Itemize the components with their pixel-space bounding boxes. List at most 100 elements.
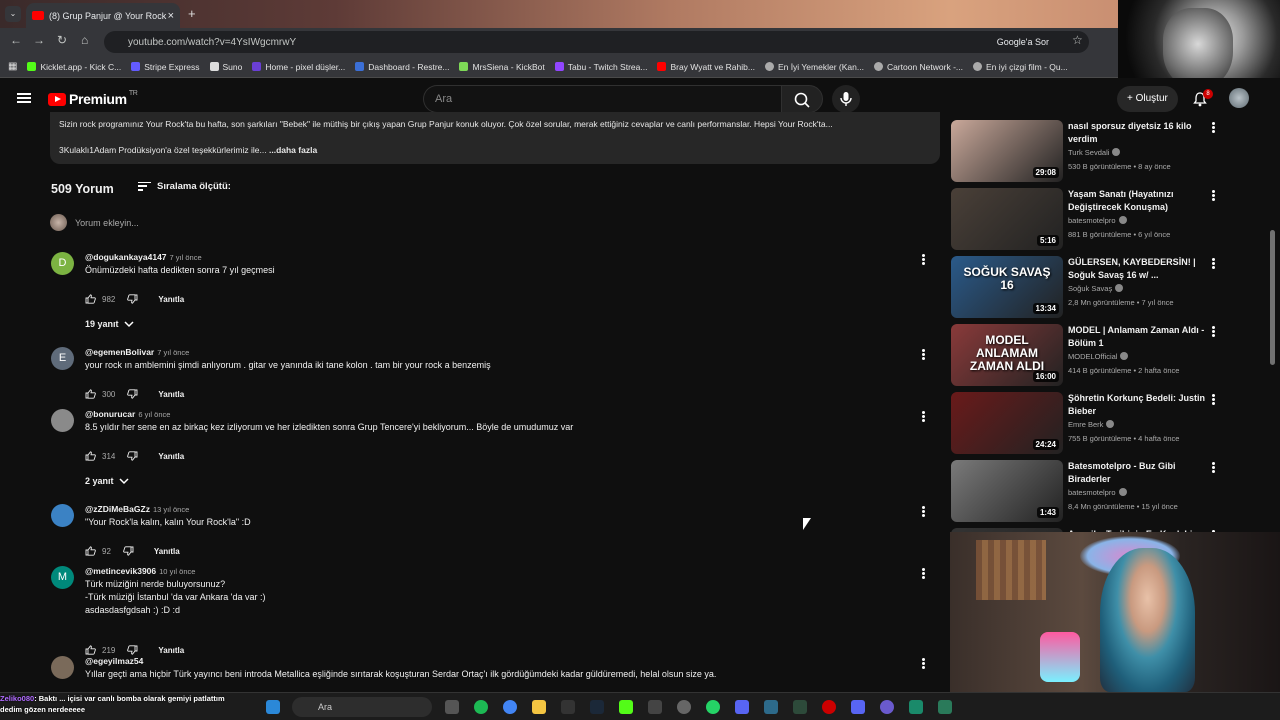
account-avatar[interactable] bbox=[1229, 88, 1249, 108]
comment-time[interactable]: 6 yıl önce bbox=[138, 410, 170, 419]
like-icon[interactable] bbox=[85, 451, 96, 461]
video-thumbnail[interactable]: 1:43 bbox=[951, 460, 1063, 522]
app-icon[interactable] bbox=[735, 700, 749, 714]
back-icon[interactable]: ← bbox=[10, 33, 22, 47]
taskbar-search[interactable]: Ara bbox=[292, 697, 432, 717]
capcut-icon[interactable] bbox=[648, 700, 662, 714]
video-title[interactable]: MODEL | Anlamam Zaman Aldı - Bölüm 1 bbox=[1068, 324, 1208, 349]
comment-author[interactable]: @egemenBolivar bbox=[85, 347, 154, 357]
youtube-premium-logo[interactable]: Premium TR bbox=[48, 90, 138, 107]
kick-icon[interactable] bbox=[619, 700, 633, 714]
comment-time[interactable]: 7 yıl önce bbox=[170, 253, 202, 262]
app-icon[interactable] bbox=[764, 700, 778, 714]
more-options-icon[interactable] bbox=[1212, 122, 1215, 133]
whatsapp-icon[interactable] bbox=[706, 700, 720, 714]
file-explorer-icon[interactable] bbox=[532, 700, 546, 714]
add-comment-input[interactable]: Yorum ekleyin... bbox=[75, 218, 139, 228]
chrome-icon[interactable] bbox=[503, 700, 517, 714]
video-title[interactable]: Şöhretin Korkunç Bedeli: Justin Bieber bbox=[1068, 392, 1208, 417]
app-icon[interactable] bbox=[938, 700, 952, 714]
more-options-icon[interactable] bbox=[922, 506, 925, 517]
new-tab-button[interactable]: + bbox=[188, 6, 196, 21]
channel-name[interactable]: batesmotelpro bbox=[1068, 488, 1127, 497]
more-options-icon[interactable] bbox=[922, 411, 925, 422]
reply-button[interactable]: Yanıtla bbox=[158, 452, 184, 461]
more-options-icon[interactable] bbox=[922, 568, 925, 579]
comment-author[interactable]: @metincevik3906 bbox=[85, 566, 156, 576]
reply-button[interactable]: Yanıtla bbox=[158, 295, 184, 304]
app-icon[interactable] bbox=[793, 700, 807, 714]
close-tab-icon[interactable]: × bbox=[168, 10, 174, 22]
video-thumbnail[interactable]: SOĞUK SAVAŞ 16 13:34 bbox=[951, 256, 1063, 318]
view-replies-button[interactable]: 19 yanıt bbox=[85, 319, 135, 329]
forward-icon[interactable]: → bbox=[33, 33, 45, 47]
bookmark-item[interactable]: Kicklet.app - Kick C... bbox=[27, 62, 121, 72]
recommended-video[interactable]: 1:43 Batesmotelpro - Buz Gibi Biraderler b… bbox=[951, 460, 1231, 522]
dislike-icon[interactable] bbox=[127, 645, 138, 655]
recommended-video[interactable]: 24:24 Şöhretin Korkunç Bedeli: Justin Bie… bbox=[951, 392, 1231, 454]
channel-name[interactable]: Turk Sevdali bbox=[1068, 148, 1121, 157]
like-icon[interactable] bbox=[85, 389, 96, 399]
show-more-link[interactable]: ...daha fazla bbox=[269, 145, 317, 155]
add-comment[interactable]: Yorum ekleyin... bbox=[50, 214, 139, 231]
discord-icon[interactable] bbox=[851, 700, 865, 714]
video-description[interactable]: Sizin rock programınız Your Rock'ta bu h… bbox=[50, 112, 940, 164]
tab-search-button[interactable]: ⌄ bbox=[5, 6, 21, 22]
bookmark-item[interactable]: Tabu - Twitch Strea... bbox=[554, 62, 647, 72]
avatar[interactable]: D bbox=[51, 252, 74, 275]
app-icon[interactable] bbox=[822, 700, 836, 714]
comment-author[interactable]: @egeyilmaz54 bbox=[85, 656, 143, 666]
bookmark-item[interactable]: MrsSiena - KickBot bbox=[459, 62, 545, 72]
recommended-video[interactable]: 29:08 nasıl sporsuz diyetsiz 16 kilo verd… bbox=[951, 120, 1231, 182]
video-thumbnail[interactable]: 24:24 bbox=[951, 392, 1063, 454]
apps-icon[interactable]: ▦ bbox=[8, 61, 17, 72]
avatar[interactable] bbox=[51, 504, 74, 527]
page-scrollbar[interactable] bbox=[1270, 230, 1275, 365]
search-input[interactable]: Ara bbox=[423, 85, 781, 113]
more-options-icon[interactable] bbox=[922, 349, 925, 360]
spotify-icon[interactable] bbox=[474, 700, 488, 714]
reply-button[interactable]: Yanıtla bbox=[158, 646, 184, 655]
recommended-video[interactable]: MODEL ANLAMAM ZAMAN ALDI 16:00 MODEL | Anl… bbox=[951, 324, 1231, 386]
reply-button[interactable]: Yanıtla bbox=[158, 390, 184, 399]
dislike-icon[interactable] bbox=[127, 389, 138, 399]
bookmark-item[interactable]: Dashboard - Restre... bbox=[355, 62, 449, 72]
comment-author[interactable]: @dogukankaya4147 bbox=[85, 252, 167, 262]
more-options-icon[interactable] bbox=[1212, 326, 1215, 337]
epic-games-icon[interactable] bbox=[561, 700, 575, 714]
sort-button[interactable]: Sıralama ölçütü: bbox=[138, 181, 231, 192]
more-options-icon[interactable] bbox=[1212, 190, 1215, 201]
more-options-icon[interactable] bbox=[922, 658, 925, 669]
more-options-icon[interactable] bbox=[1212, 394, 1215, 405]
dislike-icon[interactable] bbox=[127, 451, 138, 461]
bookmark-item[interactable]: Home - pixel düşler... bbox=[252, 62, 345, 72]
bookmark-item[interactable]: Stripe Express bbox=[131, 62, 200, 72]
comment-time[interactable]: 13 yıl önce bbox=[153, 505, 189, 514]
omnibox[interactable]: youtube.com/watch?v=4YsIWgcmrwY Google'a… bbox=[104, 31, 1089, 53]
reload-icon[interactable]: ↻ bbox=[57, 33, 67, 47]
channel-name[interactable]: batesmotelpro bbox=[1068, 216, 1127, 225]
channel-name[interactable]: MODELOfficial bbox=[1068, 352, 1129, 361]
bookmark-star-icon[interactable]: ☆ bbox=[1072, 33, 1083, 47]
reply-button[interactable]: Yanıtla bbox=[154, 547, 180, 556]
view-replies-button[interactable]: 2 yanıt bbox=[85, 476, 130, 486]
bookmark-item[interactable]: En iyi çizgi film - Qu... bbox=[973, 62, 1068, 72]
comment-author[interactable]: @bonurucar bbox=[85, 409, 135, 419]
channel-name[interactable]: Emre Berk bbox=[1068, 420, 1115, 429]
avatar[interactable] bbox=[51, 409, 74, 432]
bookmark-item[interactable]: Bray Wyatt ve Rahib... bbox=[657, 62, 755, 72]
comment-time[interactable]: 7 yıl önce bbox=[157, 348, 189, 357]
video-thumbnail[interactable]: MODEL ANLAMAM ZAMAN ALDI 16:00 bbox=[951, 324, 1063, 386]
video-title[interactable]: Yaşam Sanatı (Hayatınızı Değiştirecek Ko… bbox=[1068, 188, 1208, 213]
like-icon[interactable] bbox=[85, 546, 96, 556]
video-thumbnail[interactable]: 5:16 bbox=[951, 188, 1063, 250]
create-button[interactable]: + Oluştur bbox=[1117, 86, 1178, 112]
comment-author[interactable]: @zZDiMeBaGZz bbox=[85, 504, 150, 514]
menu-icon[interactable] bbox=[17, 93, 31, 103]
search-button[interactable] bbox=[781, 85, 823, 113]
more-options-icon[interactable] bbox=[1212, 462, 1215, 473]
task-view-icon[interactable] bbox=[445, 700, 459, 714]
obs-icon[interactable] bbox=[677, 700, 691, 714]
voice-search-button[interactable] bbox=[832, 85, 860, 113]
video-title[interactable]: GÜLERSEN, KAYBEDERSİN! | Soğuk Savaş 16 … bbox=[1068, 256, 1208, 281]
